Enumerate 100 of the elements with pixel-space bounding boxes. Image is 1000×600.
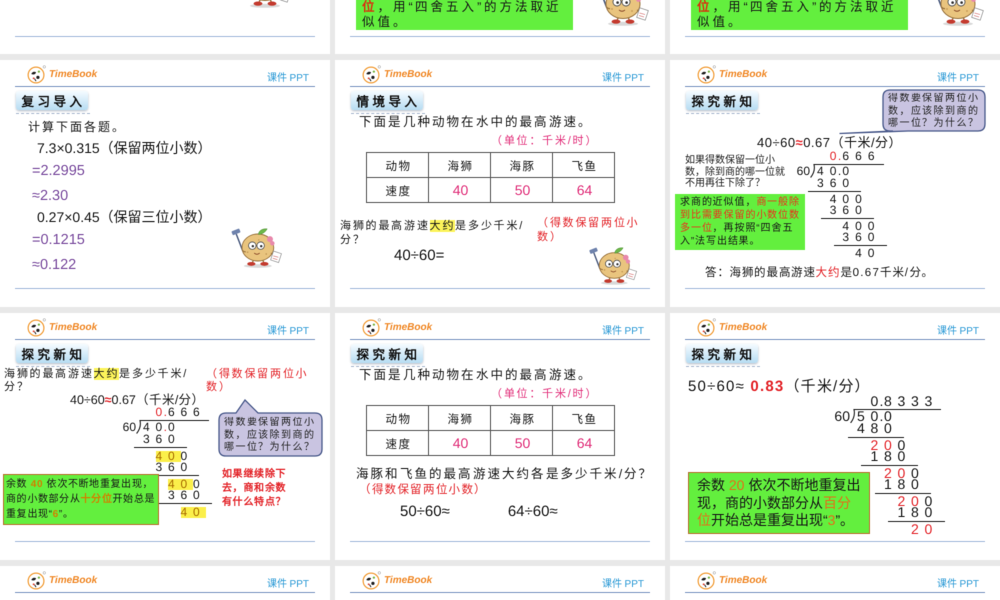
equation: 40÷60≈0.67（千米/分） [757, 135, 902, 151]
division-step: 480 [857, 423, 898, 434]
hint-text: （得数保留两位小数） [537, 216, 640, 244]
hint-text: （得数保留两位小数） [206, 368, 310, 394]
logo-text: TimeBook [384, 68, 432, 80]
division-step: 180 [898, 507, 938, 518]
question-text: 海狮的最高游速大约是多少千米/分？ [340, 219, 526, 247]
section-heading: 探究新知 [686, 91, 758, 110]
logo-text: TimeBook [49, 574, 98, 586]
header-tag: 课件 PPT [936, 579, 979, 591]
equation: 50÷60≈ 0.83（千米/分） [688, 378, 871, 396]
answer-text: =2.2995 [32, 163, 85, 179]
quotient: 0.8333 [870, 396, 938, 408]
answer-text: ≈2.30 [32, 188, 68, 204]
logo-text: TimeBook [49, 68, 98, 80]
section-heading: 探究新知 [686, 344, 758, 363]
instruction-text: 计算下面各题。 [28, 119, 126, 135]
logo-icon [27, 571, 46, 590]
table-header-cell: 飞鱼 [552, 406, 614, 430]
divisor: 60 [796, 164, 810, 178]
table-header-cell: 海狮 [428, 152, 490, 178]
logo-icon [362, 65, 381, 84]
table-cell: 64 [552, 430, 614, 456]
unit-text: （单位：千米/时） [491, 134, 598, 148]
logo-icon [362, 571, 381, 590]
quotient: 0.666 [156, 407, 206, 418]
side-note-text: 如果得数保留一位小数，除到商的哪一位就不用再往下除了？ [685, 155, 785, 190]
logo-text: TimeBook [49, 322, 98, 334]
division-step: 400 [830, 194, 868, 205]
equation: 40÷60≈0.67（千米/分） [70, 394, 204, 407]
question-text: 如果继续除下去，商和余数有什么特点？ [222, 468, 288, 510]
header-tag: 课件 PPT [936, 73, 979, 85]
logo-icon [27, 65, 46, 84]
dividend: 40.0 [817, 166, 856, 177]
division-step: 20 [911, 524, 938, 535]
division-step: 40 [855, 248, 881, 259]
section-heading: 探究新知 [16, 344, 88, 363]
division-step: 360 [143, 434, 181, 445]
intro-text: 下面是几种动物在水中的最高游速。 [359, 367, 593, 383]
table-cell: 40 [428, 178, 490, 202]
division-step: 360 [817, 178, 856, 189]
math-problem: 7.3×0.315（保留两位小数） [37, 139, 212, 157]
math-problem: 0.27×0.45（保留三位小数） [37, 208, 212, 226]
division-step: 180 [884, 479, 925, 490]
equation: 40÷60= [394, 248, 444, 264]
note-text: 余数 40 依次不断地重复出现，商的小数部分从十分位开始总是重复出现“6”。 [5, 477, 156, 522]
equation: 64÷60≈ [508, 504, 558, 520]
logo-icon [697, 571, 716, 590]
dividend: 50.0 [857, 410, 898, 422]
intro-text: 下面是几种动物在水中的最高游速。 [359, 114, 593, 130]
header-tag: 课件 PPT [266, 579, 309, 591]
note-text: 余数 20 依次不断地重复出现，商的小数部分从百分位开始总是重复出现“3”。 [696, 476, 862, 530]
answer-text: =0.1215 [32, 232, 85, 248]
logo-text: TimeBook [384, 322, 432, 334]
table-cell: 40 [428, 430, 490, 456]
section-heading: 探究新知 [351, 344, 423, 363]
dividend: 40.0 [143, 422, 181, 433]
section-heading: 情境导入 [351, 91, 423, 110]
logo-text: TimeBook [719, 574, 768, 586]
header-tag: 课件 PPT [936, 326, 979, 338]
header-tag: 课件 PPT [602, 73, 644, 85]
header-tag: 课件 PPT [602, 579, 644, 591]
division-step: 360 [842, 232, 881, 243]
division-step: 360 [156, 462, 194, 473]
hint-text: （得数保留两位小数） [359, 483, 487, 497]
quotient: 0.666 [830, 151, 881, 162]
answer-text: 答：海狮的最高游速大约是0.67千米/分。 [705, 265, 934, 281]
note-text: 求商的近似值，商一般除到比需要保留的小数位数多一位，再按照“四舍五入”法写出结果。 [679, 195, 801, 248]
logo-icon [27, 318, 46, 337]
logo-icon [362, 318, 381, 337]
table-header-cell: 海豚 [490, 406, 552, 430]
section-heading: 复习导入 [16, 91, 88, 110]
division-step: 360 [168, 490, 206, 501]
note-text: 位，用“四舍五入”的方法取近似值。 [696, 0, 898, 29]
unit-text: （单位：千米/时） [491, 387, 598, 401]
table-header-cell: 飞鱼 [552, 152, 614, 178]
division-step: 180 [870, 451, 912, 462]
logo-text: TimeBook [719, 68, 768, 80]
equation: 50÷60≈ [400, 504, 450, 520]
question-text: 海豚和飞鱼的最高游速大约各是多少千米/分？ [356, 467, 654, 482]
header-tag: 课件 PPT [266, 326, 309, 338]
table-header-cell: 动物 [366, 152, 428, 178]
row-header-cell: 速度 [366, 178, 428, 202]
question-text: 海狮的最高游速大约是多少千米/分？ [4, 368, 190, 393]
logo-text: TimeBook [384, 574, 432, 586]
division-step: 360 [830, 205, 868, 216]
logo-icon [697, 65, 716, 84]
divisor: 60 [833, 408, 850, 423]
table-cell: 64 [552, 178, 614, 202]
header-tag: 课件 PPT [602, 326, 644, 338]
table-header-cell: 海狮 [428, 406, 490, 430]
row-header-cell: 速度 [366, 430, 428, 456]
header-tag: 课件 PPT [266, 73, 309, 85]
divisor: 60 [122, 420, 136, 434]
note-text: 位，用“四舍五入”的方法取近似值。 [361, 0, 562, 29]
logo-icon [697, 318, 716, 337]
logo-text: TimeBook [719, 322, 768, 334]
table-cell: 50 [490, 430, 552, 456]
table-header-cell: 海豚 [490, 152, 552, 178]
answer-text: ≈0.122 [32, 257, 76, 273]
